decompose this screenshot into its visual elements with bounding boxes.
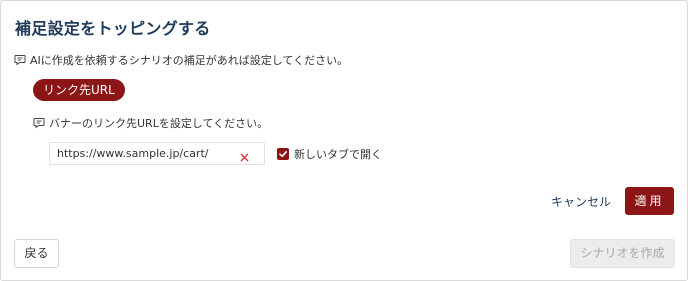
url-hint: バナーのリンク先URLを設定してください。 [33, 115, 268, 131]
new-tab-option[interactable]: 新しいタブで開く [277, 146, 382, 162]
link-url-tag: リンク先URL [33, 79, 125, 101]
comment-icon [33, 117, 45, 129]
dialog-title: 補足設定をトッピングする [15, 19, 211, 38]
check-icon [279, 151, 287, 158]
create-scenario-button[interactable]: シナリオを作成 [570, 239, 675, 268]
comment-icon [14, 54, 26, 66]
link-url-value[interactable]: https://www.sample.jp/cart/ [57, 143, 208, 164]
dialog-hint: AIに作成を依頼するシナリオの補足があれば設定してください。 [14, 52, 348, 68]
cancel-button[interactable]: キャンセル [551, 192, 611, 212]
apply-button[interactable]: 適用 [625, 187, 674, 215]
close-icon[interactable] [239, 148, 250, 162]
back-button[interactable]: 戻る [14, 239, 59, 268]
link-url-field[interactable]: https://www.sample.jp/cart/ [49, 142, 265, 165]
topping-settings-dialog: 補足設定をトッピングする AIに作成を依頼するシナリオの補足があれば設定してくだ… [0, 0, 688, 281]
url-hint-text: バナーのリンク先URLを設定してください。 [49, 117, 269, 130]
new-tab-checkbox[interactable] [277, 148, 289, 160]
new-tab-label: 新しいタブで開く [294, 148, 382, 161]
dialog-hint-text: AIに作成を依頼するシナリオの補足があれば設定してください。 [30, 54, 349, 67]
